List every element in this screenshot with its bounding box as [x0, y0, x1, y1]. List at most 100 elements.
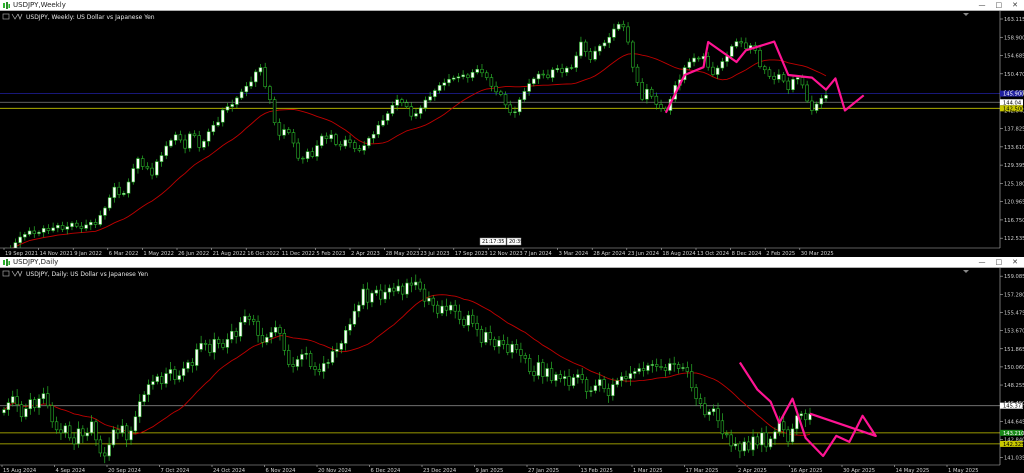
candle-body [751, 436, 755, 451]
close-icon[interactable]: ✕ [1012, 1, 1018, 9]
candle-body [583, 41, 588, 52]
candle-body [659, 366, 663, 368]
price-tick-label: 150.060 [1004, 365, 1024, 371]
candle-body [79, 225, 84, 229]
minimize-icon[interactable]: — [979, 258, 986, 266]
candle-body [805, 84, 809, 102]
candle-body [344, 330, 348, 344]
candle-body [216, 339, 221, 344]
candle-body [536, 362, 541, 376]
candle-body [51, 227, 55, 231]
candle-body [685, 367, 690, 372]
candle-body [15, 396, 19, 405]
candle-body [637, 368, 641, 372]
candle-body [282, 129, 286, 136]
time-tick-label: 4 Sep 2024 [56, 468, 86, 473]
candle-body [523, 355, 527, 359]
candle-body [164, 373, 168, 384]
candle-body [23, 234, 27, 238]
candle-body [367, 137, 371, 146]
candle-body [111, 429, 116, 446]
candle-body [243, 315, 247, 323]
candle-body [27, 230, 32, 235]
daily-titlebar[interactable]: USDJPY,Daily — □ ✕ [0, 257, 1024, 268]
candle-body [734, 41, 739, 47]
candle-body [466, 314, 470, 326]
candle-body [322, 363, 326, 372]
daily-plot-area[interactable]: USDJPY, Daily: US Dollar vs Japanese Yen… [0, 268, 1024, 473]
candle-body [405, 282, 409, 295]
candle-body [50, 405, 54, 423]
candle-body [800, 77, 805, 86]
candle-body [431, 297, 435, 306]
candle-body [197, 135, 201, 148]
candle-body [418, 281, 422, 290]
weekly-titlebar[interactable]: USDJPY,Weekly — □ ✕ [0, 0, 1024, 11]
candle-body [103, 452, 107, 457]
candle-body [461, 74, 465, 78]
candle-body [571, 377, 576, 386]
candle-body [150, 167, 154, 176]
price-tick-label: 137.825 [1004, 127, 1024, 133]
candle-body [400, 99, 404, 103]
maximize-icon[interactable]: □ [996, 1, 1003, 9]
candle-body [387, 287, 392, 293]
candle-body [296, 142, 300, 159]
candle-body [46, 393, 50, 406]
candle-body [348, 139, 352, 143]
candle-body [70, 222, 74, 227]
candle-body [381, 120, 385, 126]
candle-body [256, 320, 260, 336]
candle-body [98, 439, 103, 454]
candle-body [168, 369, 173, 374]
candle-body [282, 333, 287, 351]
candle-body [437, 85, 442, 91]
candle-body [186, 362, 190, 369]
candle-body [711, 408, 716, 413]
candle-body [41, 228, 46, 233]
candle-body [287, 350, 291, 365]
weekly-plot-area[interactable]: USDJPY, Weekly: US Dollar vs Japanese Ye… [0, 11, 1024, 257]
candle-body [650, 364, 654, 366]
candle-body [329, 134, 333, 139]
candle-body [810, 100, 814, 111]
candle-body [164, 145, 168, 156]
candle-body [733, 443, 738, 447]
candle-body [681, 367, 685, 369]
candle-body [126, 181, 131, 194]
candle-body [315, 145, 319, 157]
candle-body [324, 135, 329, 139]
candle-body [489, 77, 494, 87]
candle-body [694, 387, 698, 399]
time-tick-label: 30 Apr 2025 [843, 468, 875, 473]
candle-body [602, 379, 606, 389]
candle-body [98, 215, 103, 225]
candle-body [225, 339, 230, 348]
candle-body [549, 368, 554, 381]
candle-body [414, 281, 418, 286]
candle-body [484, 332, 488, 343]
candle-body [427, 297, 431, 302]
candle-body [151, 381, 155, 385]
candle-body [444, 305, 449, 311]
minimize-icon[interactable]: — [979, 1, 986, 9]
candle-body [122, 192, 126, 195]
candle-body [404, 102, 409, 107]
candle-body [313, 366, 317, 370]
candle-body [550, 69, 555, 78]
time-tick-label: 2 Apr 2025 [738, 468, 767, 473]
candle-body [203, 343, 208, 345]
crosshair-clock-label: 20:39 [509, 239, 523, 245]
price-tag-label: 143.210 [1003, 431, 1024, 437]
candle-body [628, 373, 633, 379]
candle-body [146, 384, 151, 395]
price-tick-label: 153.670 [1004, 329, 1024, 335]
candle-body [584, 379, 589, 392]
time-tick-label: 17 Mar 2025 [686, 468, 719, 473]
candle-body [546, 74, 550, 78]
candle-body [107, 197, 112, 209]
maximize-icon[interactable]: □ [996, 258, 1003, 266]
candle-body [565, 67, 569, 73]
close-icon[interactable]: ✕ [1012, 258, 1018, 266]
candle-body [37, 231, 41, 234]
